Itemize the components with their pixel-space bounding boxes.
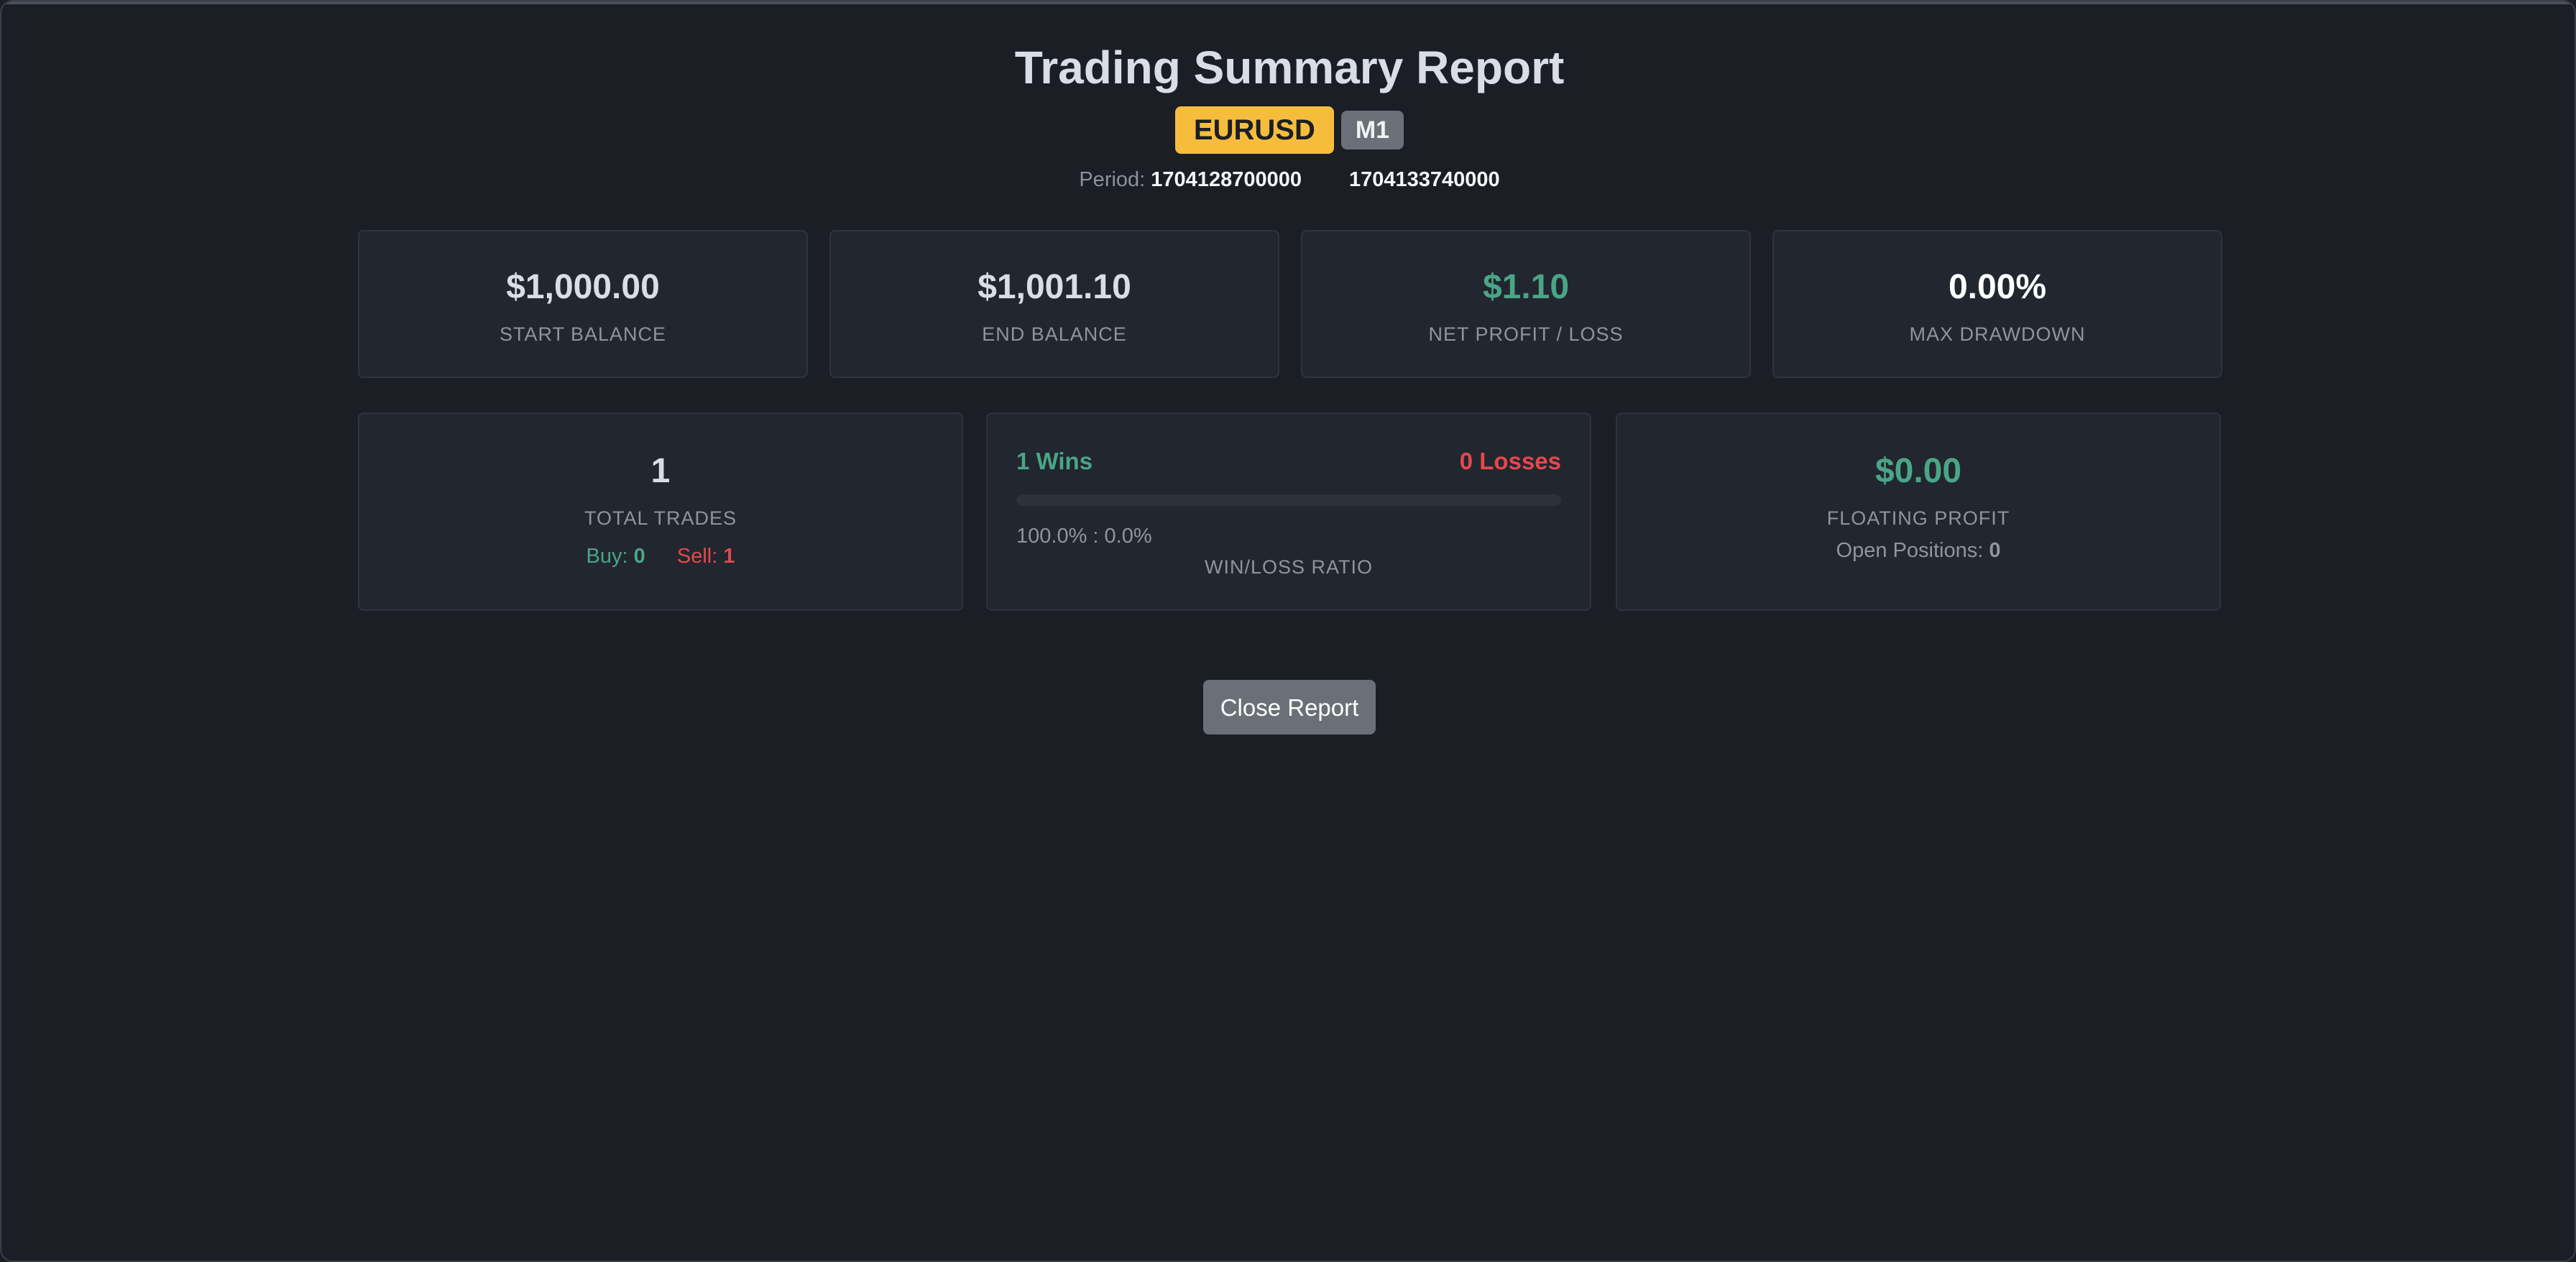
symbol-badge: EURUSD <box>1174 106 1334 154</box>
win-loss-header: 1 Wins 0 Losses <box>1016 446 1561 477</box>
win-loss-progress-bar <box>1016 494 1561 506</box>
net-profit-card: $1.10 NET PROFIT / LOSS <box>1301 230 1751 378</box>
floating-profit-value: $0.00 <box>1874 452 1962 490</box>
timeframe-badge: M1 <box>1340 111 1404 149</box>
start-balance-value: $1,000.00 <box>506 268 660 306</box>
close-report-button[interactable]: Close Report <box>1203 680 1376 734</box>
wins-count: 1 Wins <box>1016 448 1093 474</box>
period-end: 1704133740000 <box>1348 168 1500 191</box>
total-trades-card: 1 TOTAL TRADES Buy: 0 Sell: 1 <box>358 413 963 611</box>
win-progress-fill <box>1016 494 1561 506</box>
win-loss-ratio-text: 100.0% : 0.0% <box>1016 525 1152 548</box>
max-drawdown-label: MAX DRAWDOWN <box>1909 323 2086 345</box>
max-drawdown-card: 0.00% MAX DRAWDOWN <box>1772 230 2222 378</box>
report-window: Trading Summary Report EURUSD M1 Period:… <box>0 0 2576 1262</box>
end-balance-label: END BALANCE <box>982 323 1127 345</box>
open-positions: Open Positions: 0 <box>1617 536 2220 565</box>
losses-count: 0 Losses <box>1459 448 1561 474</box>
net-profit-value: $1.10 <box>1482 268 1570 306</box>
net-profit-label: NET PROFIT / LOSS <box>1428 323 1624 345</box>
open-positions-count: 0 <box>1989 539 2001 562</box>
total-trades-label: TOTAL TRADES <box>584 507 737 529</box>
sell-count: 1 <box>723 545 735 568</box>
period-start: 1704128700000 <box>1151 168 1302 191</box>
open-positions-label: Open Positions: <box>1836 539 1984 562</box>
period-line: Period: 1704128700000 1704133740000 <box>358 165 2221 194</box>
floating-profit-label: FLOATING PROFIT <box>1826 507 2010 529</box>
max-drawdown-value: 0.00% <box>1948 268 2047 306</box>
total-trades-value: 1 <box>650 452 671 490</box>
win-loss-label: WIN/LOSS RATIO <box>1204 556 1374 578</box>
buy-count: 0 <box>633 545 645 568</box>
page-title: Trading Summary Report <box>1014 42 1565 93</box>
instrument-badges: EURUSD M1 <box>358 106 2221 154</box>
buy-sell-breakdown: Buy: 0 Sell: 1 <box>359 542 962 571</box>
end-balance-value: $1,001.10 <box>978 268 1131 306</box>
win-loss-card: 1 Wins 0 Losses 100.0% : 0.0% WIN/LOSS R… <box>986 413 1591 611</box>
buy-label: Buy: <box>586 545 628 568</box>
period-label: Period: <box>1079 168 1146 191</box>
start-balance-label: START BALANCE <box>499 323 667 345</box>
end-balance-card: $1,001.10 END BALANCE <box>829 230 1279 378</box>
sell-label: Sell: <box>676 545 718 568</box>
start-balance-card: $1,000.00 START BALANCE <box>358 230 808 378</box>
floating-profit-card: $0.00 FLOATING PROFIT Open Positions: 0 <box>1616 413 2221 611</box>
